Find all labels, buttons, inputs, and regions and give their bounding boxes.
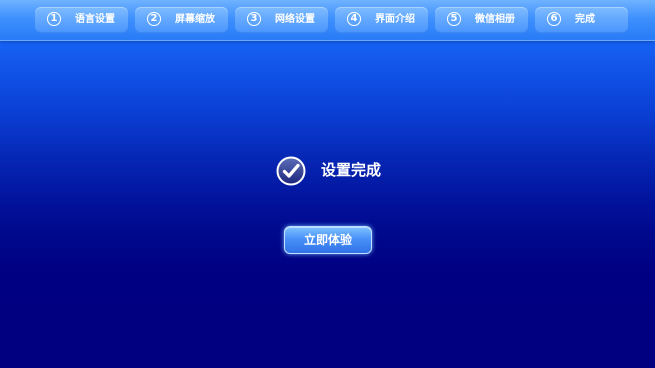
step-label: 屏幕缩放	[175, 14, 215, 25]
step-label: 语言设置	[75, 14, 115, 25]
step-label: 界面介绍	[375, 14, 415, 25]
step-label: 网络设置	[275, 14, 315, 25]
setup-step-bar: 1 语言设置 2 屏幕缩放 3 网络设置 4 界面介绍 5 微信相册 6 完成	[0, 0, 655, 41]
step-label: 完成	[575, 14, 595, 25]
start-now-button[interactable]: 立即体验	[284, 226, 372, 254]
step-number-badge: 4	[347, 12, 361, 26]
step-number-badge: 2	[147, 12, 161, 26]
step-label: 微信相册	[475, 14, 515, 25]
step-number-badge: 6	[547, 12, 561, 26]
step-network-settings[interactable]: 3 网络设置	[235, 7, 328, 33]
step-finish[interactable]: 6 完成	[535, 7, 628, 33]
step-interface-introduction[interactable]: 4 界面介绍	[335, 7, 428, 33]
step-screen-scaling[interactable]: 2 屏幕缩放	[135, 7, 228, 33]
step-number-badge: 3	[247, 12, 261, 26]
step-number-badge: 5	[447, 12, 461, 26]
step-wechat-album[interactable]: 5 微信相册	[435, 7, 528, 33]
checkmark-circle-icon	[276, 156, 306, 186]
setup-complete-screen: 1 语言设置 2 屏幕缩放 3 网络设置 4 界面介绍 5 微信相册 6 完成	[0, 0, 655, 368]
step-number-badge: 1	[47, 12, 61, 26]
setup-complete-title: 设置完成	[321, 161, 382, 179]
step-language-settings[interactable]: 1 语言设置	[35, 7, 128, 33]
